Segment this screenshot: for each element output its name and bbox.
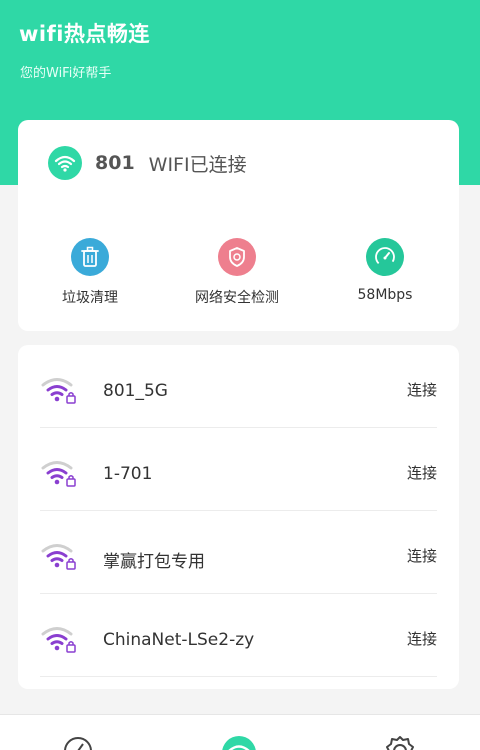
nav-wifi-icon[interactable] <box>221 735 257 750</box>
app-subtitle: 您的WiFi好帮手 <box>20 66 112 81</box>
app-title: wifi热点畅连 <box>19 22 150 46</box>
tool-label: 垃圾清理 <box>62 290 118 306</box>
trash-icon <box>71 238 109 276</box>
bottom-navigation <box>0 714 480 750</box>
wifi-locked-icon <box>41 544 76 570</box>
connection-status-card: 801 WIFI已连接 垃圾清理 网络安全检测 58Mbps <box>18 120 459 331</box>
network-name: 801_5G <box>103 381 168 401</box>
network-name: 1-701 <box>103 464 153 484</box>
network-name: 掌赢打包专用 <box>103 552 205 572</box>
connect-button[interactable]: 连接 <box>407 628 437 649</box>
shield-icon <box>218 238 256 276</box>
wifi-connected-icon <box>48 146 82 180</box>
wifi-locked-icon <box>41 461 76 487</box>
connect-button[interactable]: 连接 <box>407 545 437 566</box>
connected-ssid: 801 <box>95 152 135 174</box>
nav-settings-icon[interactable] <box>384 735 416 750</box>
list-item[interactable]: ChinaNet-LSe2-zy 连接 <box>40 594 437 677</box>
wifi-locked-icon <box>41 627 76 653</box>
wifi-locked-icon <box>41 378 76 404</box>
connect-button[interactable]: 连接 <box>407 379 437 400</box>
connection-state: WIFI已连接 <box>148 153 247 176</box>
tool-label: 网络安全检测 <box>195 290 279 306</box>
list-item[interactable]: 掌赢打包专用 连接 <box>40 511 437 594</box>
list-item[interactable]: 801_5G 连接 <box>40 345 437 428</box>
tool-trash-cleanup[interactable]: 垃圾清理 <box>25 238 155 307</box>
connect-button[interactable]: 连接 <box>407 462 437 483</box>
list-item[interactable]: 1-701 连接 <box>40 428 437 511</box>
tool-security-check[interactable]: 网络安全检测 <box>172 238 302 307</box>
connection-status-row[interactable]: 801 WIFI已连接 <box>48 146 247 180</box>
wifi-network-list: 801_5G 连接 1-701 连接 掌赢打包专用 连接 ChinaNet-LS… <box>18 345 459 689</box>
tool-speed-test[interactable]: 58Mbps <box>320 238 450 303</box>
speedometer-icon <box>366 238 404 276</box>
network-name: ChinaNet-LSe2-zy <box>103 630 255 650</box>
nav-speedometer-icon[interactable] <box>62 735 94 750</box>
tool-label: 58Mbps <box>357 287 413 303</box>
